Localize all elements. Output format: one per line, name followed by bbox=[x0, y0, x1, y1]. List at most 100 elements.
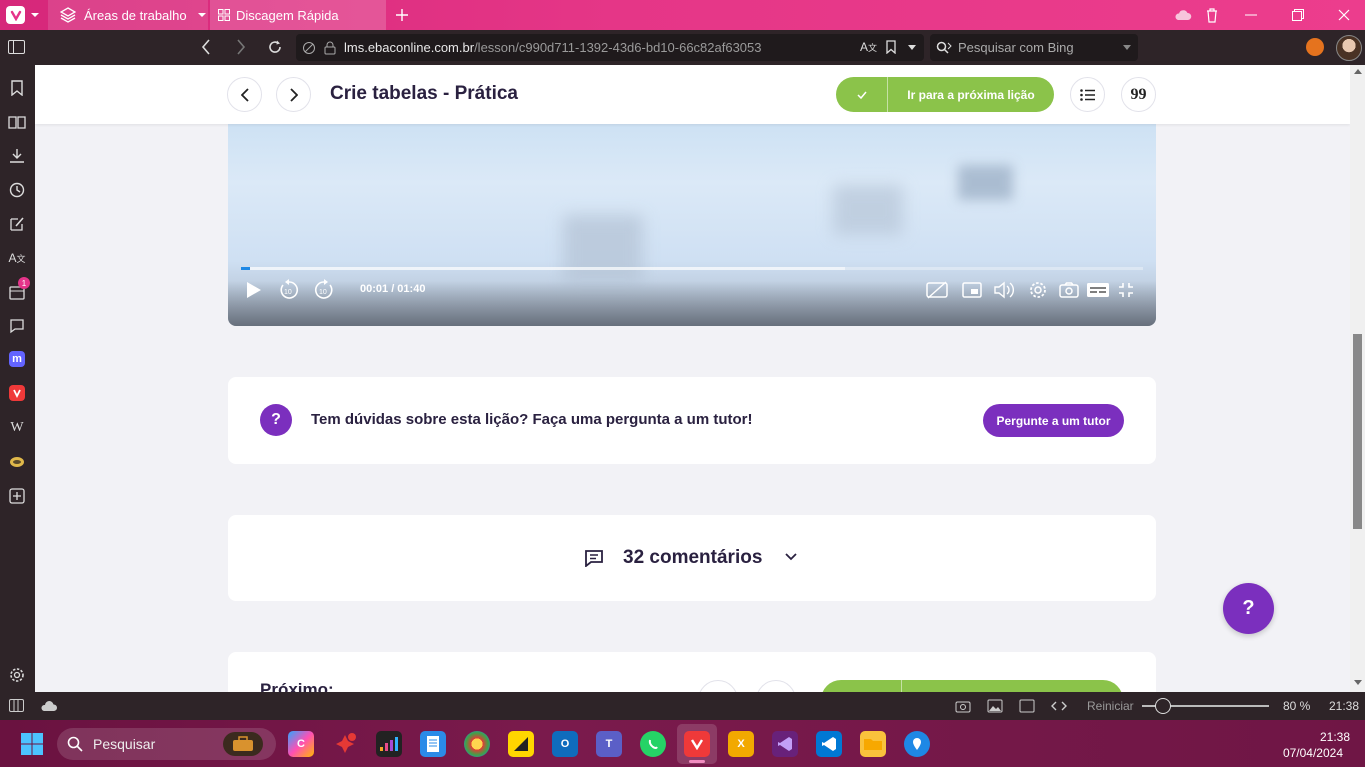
bookmarks-icon[interactable] bbox=[8, 79, 26, 97]
downloads-icon[interactable] bbox=[8, 147, 26, 165]
developer-tools-icon[interactable] bbox=[1051, 700, 1067, 712]
next-card-prev-button[interactable] bbox=[698, 680, 738, 692]
chevron-down-icon[interactable] bbox=[785, 553, 797, 561]
quote-button[interactable]: 99 bbox=[1121, 77, 1156, 112]
add-web-panel-icon[interactable] bbox=[8, 487, 26, 505]
panel-toggle-icon[interactable] bbox=[8, 40, 25, 54]
new-tab-icon[interactable] bbox=[395, 8, 409, 22]
settings-gear-icon[interactable] bbox=[8, 666, 26, 684]
vivaldi-panel-icon[interactable] bbox=[9, 385, 25, 401]
feed-icon[interactable] bbox=[8, 317, 26, 335]
prev-lesson-button[interactable] bbox=[227, 77, 262, 112]
history-icon[interactable] bbox=[8, 181, 26, 199]
minimize-icon[interactable] bbox=[1245, 14, 1257, 16]
translate-icon[interactable]: A文 bbox=[860, 40, 877, 54]
menu-dropdown-icon[interactable] bbox=[30, 11, 40, 19]
game-app-icon[interactable] bbox=[332, 731, 358, 757]
chevron-down-icon[interactable] bbox=[197, 11, 207, 19]
ask-tutor-button[interactable]: Pergunte a um tutor bbox=[983, 404, 1124, 437]
next-card-next-button[interactable] bbox=[756, 680, 796, 692]
cloud-icon[interactable] bbox=[40, 700, 58, 712]
back-icon[interactable] bbox=[201, 39, 211, 55]
profile-avatar[interactable] bbox=[1336, 35, 1362, 61]
restore-icon[interactable] bbox=[1292, 9, 1304, 21]
next-card-action-button[interactable] bbox=[821, 680, 1123, 692]
tracker-blocker-icon[interactable] bbox=[302, 41, 316, 55]
whatsapp-icon[interactable] bbox=[640, 731, 666, 757]
vivaldi-taskbar-icon[interactable] bbox=[684, 731, 710, 757]
next-lesson-label: Ir para a próxima lição bbox=[907, 87, 1035, 102]
forward-icon[interactable] bbox=[236, 39, 246, 55]
copilot-icon[interactable]: C bbox=[288, 731, 314, 757]
notepad-icon[interactable] bbox=[420, 731, 446, 757]
url-dropdown-icon[interactable] bbox=[907, 44, 917, 52]
extension-icon[interactable] bbox=[1306, 38, 1324, 56]
vscode-icon[interactable] bbox=[816, 731, 842, 757]
captions-off-icon[interactable] bbox=[926, 281, 948, 299]
paint-icon[interactable] bbox=[464, 731, 490, 757]
vivaldi-menu-icon[interactable] bbox=[6, 6, 25, 24]
taskbar-clock-date: 07/04/2024 bbox=[1282, 746, 1343, 760]
next-lesson-arrow-button[interactable] bbox=[276, 77, 311, 112]
sticky-notes-icon[interactable] bbox=[508, 731, 534, 757]
reload-icon[interactable] bbox=[267, 39, 283, 55]
search-field[interactable]: Pesquisar com Bing bbox=[930, 34, 1138, 61]
zoom-reset-label[interactable]: Reiniciar bbox=[1087, 699, 1134, 713]
bookmark-icon[interactable] bbox=[886, 40, 896, 54]
outlook-icon[interactable]: O bbox=[552, 731, 578, 757]
capture-icon[interactable] bbox=[955, 699, 971, 713]
web-panel-icon[interactable] bbox=[8, 453, 26, 471]
video-progress-track[interactable] bbox=[241, 267, 1143, 270]
forward-10-icon[interactable]: 10 bbox=[313, 279, 335, 301]
exit-fullscreen-icon[interactable] bbox=[1118, 282, 1134, 298]
volume-icon[interactable] bbox=[994, 281, 1018, 299]
side-panel: A文 1 m W bbox=[0, 65, 35, 692]
tab-speed-dial[interactable]: Discagem Rápida bbox=[210, 0, 386, 30]
next-lesson-button[interactable]: Ir para a próxima lição bbox=[836, 77, 1054, 112]
screenshot-icon[interactable] bbox=[1059, 282, 1079, 298]
scroll-up-icon[interactable] bbox=[1354, 69, 1362, 74]
search-dropdown-icon[interactable] bbox=[1122, 44, 1132, 52]
help-fab-button[interactable]: ? bbox=[1223, 583, 1274, 634]
zoom-level: 80 % bbox=[1283, 699, 1311, 713]
close-window-icon[interactable] bbox=[1338, 9, 1350, 21]
scrollbar-thumb[interactable] bbox=[1353, 334, 1362, 529]
file-explorer-icon[interactable] bbox=[860, 731, 886, 757]
notes-icon[interactable] bbox=[8, 215, 26, 233]
video-player[interactable]: 10 10 00:01 / 01:40 bbox=[228, 105, 1156, 326]
lock-icon[interactable] bbox=[324, 41, 336, 55]
taskbar-search-icon bbox=[67, 736, 83, 752]
tab-workspaces[interactable]: Áreas de trabalho bbox=[48, 0, 208, 30]
translate-panel-icon[interactable]: A文 bbox=[8, 249, 26, 267]
lesson-title: Crie tabelas - Prática bbox=[330, 83, 518, 104]
deezer-icon[interactable] bbox=[376, 731, 402, 757]
play-icon[interactable] bbox=[246, 281, 262, 299]
reading-list-icon[interactable] bbox=[8, 113, 26, 131]
office-app-icon[interactable]: X bbox=[728, 731, 754, 757]
wikipedia-icon[interactable]: W bbox=[8, 419, 26, 437]
subtitles-icon[interactable] bbox=[1086, 282, 1110, 298]
zoom-slider-thumb[interactable] bbox=[1155, 698, 1171, 714]
page-tiling-icon[interactable] bbox=[1019, 699, 1035, 713]
cloud-sync-icon[interactable] bbox=[1174, 8, 1192, 22]
mastodon-icon[interactable]: m bbox=[9, 351, 25, 367]
page-scrollbar[interactable] bbox=[1350, 65, 1365, 692]
maps-icon[interactable] bbox=[904, 731, 930, 757]
teams-icon[interactable]: T bbox=[596, 731, 622, 757]
windows-start-icon[interactable] bbox=[21, 733, 43, 755]
zoom-slider[interactable] bbox=[1142, 698, 1269, 714]
calendar-icon[interactable]: 1 bbox=[8, 277, 30, 301]
rewind-10-icon[interactable]: 10 bbox=[278, 279, 300, 301]
url-field[interactable]: lms.ebaconline.com.br/lesson/c990d711-13… bbox=[296, 34, 924, 61]
lesson-list-button[interactable] bbox=[1070, 77, 1105, 112]
scroll-down-icon[interactable] bbox=[1354, 680, 1362, 685]
images-icon[interactable] bbox=[987, 699, 1003, 713]
settings-icon[interactable] bbox=[1029, 281, 1047, 299]
visual-studio-icon[interactable] bbox=[772, 731, 798, 757]
picture-in-picture-icon[interactable] bbox=[962, 282, 982, 298]
panel-toggle-small-icon[interactable] bbox=[9, 699, 24, 712]
lesson-header: Crie tabelas - Prática Ir para a próxima… bbox=[35, 65, 1350, 124]
trash-icon[interactable] bbox=[1205, 7, 1219, 23]
comments-card[interactable]: 32 comentários bbox=[228, 515, 1156, 601]
taskbar-search[interactable]: Pesquisar bbox=[57, 728, 276, 760]
